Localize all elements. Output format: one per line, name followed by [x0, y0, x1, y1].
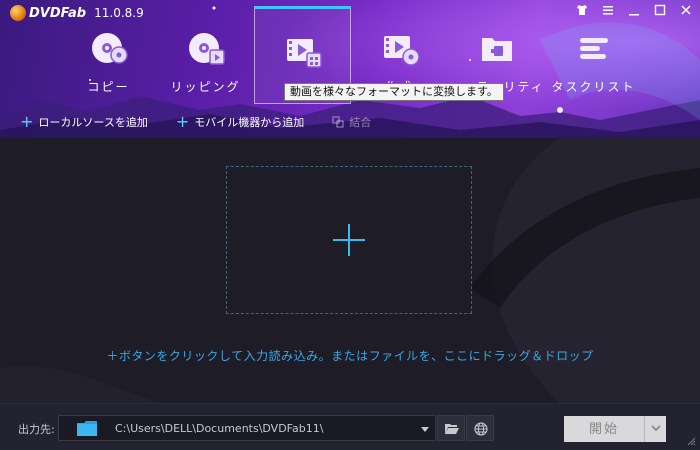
merge-icon	[332, 116, 344, 128]
add-local-source-button[interactable]: + ローカルソースを追加	[20, 114, 148, 130]
open-folder-icon	[445, 424, 459, 434]
merge-button[interactable]: 結合	[332, 114, 371, 130]
utility-box-icon	[481, 38, 512, 61]
resize-grip-icon[interactable]	[686, 436, 696, 446]
start-options-dropdown[interactable]	[644, 416, 666, 442]
main-panel: ＋ボタンをクリックして入力読み込み。またはファイルを、ここにドラッグ＆ドロップ	[0, 138, 700, 403]
add-source-plus-icon[interactable]	[333, 224, 365, 256]
chevron-down-icon	[651, 425, 661, 431]
video-disc-create-icon	[383, 36, 420, 66]
nav-copy[interactable]: コピー	[60, 6, 157, 104]
task-list-icon	[579, 38, 608, 59]
nav-label: タスクリスト	[551, 80, 636, 94]
output-label: 出力先:	[18, 423, 55, 436]
start-button[interactable]: 開始	[564, 416, 644, 442]
tooltip: 動画を様々なフォーマットに変換します。	[284, 83, 504, 101]
source-toolbar: + ローカルソースを追加 + モバイル機器から追加 結合	[20, 114, 371, 130]
logo-icon	[10, 5, 26, 21]
disc-rip-icon	[188, 33, 225, 65]
plus-icon: +	[20, 112, 34, 131]
plus-icon: +	[175, 112, 190, 131]
merge-label: 結合	[349, 116, 372, 129]
maximize-icon[interactable]	[654, 4, 666, 20]
add-mobile-source-button[interactable]: + モバイル機器から追加	[176, 114, 304, 130]
output-path-select[interactable]: C:\Users\DELL\Documents\DVDFab11\	[58, 415, 436, 441]
web-output-button[interactable]	[466, 415, 494, 441]
output-path: C:\Users\DELL\Documents\DVDFab11\	[115, 422, 324, 435]
header-banner: DVDFab 11.0.8.9 コピー リッピング タスクリスト + ローカルソ…	[0, 0, 700, 138]
folder-icon	[77, 421, 97, 436]
add-mobile-source-label: モバイル機器から追加	[194, 116, 305, 129]
drop-zone[interactable]	[226, 166, 472, 314]
chevron-down-icon[interactable]	[421, 427, 429, 432]
nav-ripping[interactable]: リッピング	[157, 6, 254, 104]
globe-icon	[474, 422, 488, 436]
close-icon[interactable]	[680, 4, 692, 20]
nav-label: コピー	[87, 80, 130, 94]
disc-copy-icon	[91, 33, 128, 64]
nav-label: リッピング	[170, 80, 241, 94]
footer-bar: 出力先: C:\Users\DELL\Documents\DVDFab11\ 開…	[0, 403, 700, 450]
add-local-source-label: ローカルソースを追加	[38, 116, 148, 129]
nav-task-list[interactable]: タスクリスト	[545, 6, 642, 104]
drop-hint: ＋ボタンをクリックして入力読み込み。またはファイルを、ここにドラッグ＆ドロップ	[106, 349, 594, 363]
browse-folder-button[interactable]	[437, 415, 465, 441]
video-convert-icon	[286, 39, 322, 68]
